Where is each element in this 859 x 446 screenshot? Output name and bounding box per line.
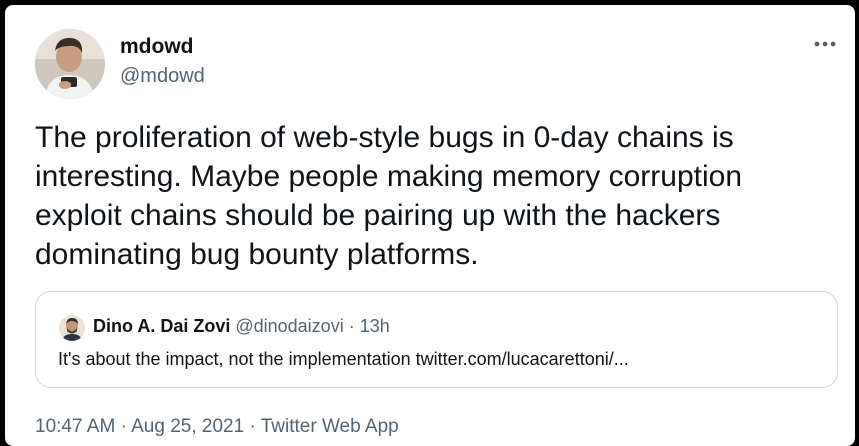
quoted-user-avatar: [59, 315, 85, 341]
tweet-time[interactable]: 10:47 AM: [35, 416, 115, 437]
quoted-author-name: Dino A. Dai Zovi: [93, 316, 231, 336]
quoted-tweet-header: Dino A. Dai Zovi @dinodaizovi · 13h: [93, 316, 390, 337]
tweet-source[interactable]: Twitter Web App: [261, 416, 399, 437]
quoted-author-handle: @dinodaizovi: [235, 316, 344, 336]
tweet-card: mdowd @mdowd The proliferation of web-st…: [5, 5, 855, 446]
meta-separator: ·: [120, 416, 127, 437]
quoted-user-avatar-icon: [59, 315, 85, 341]
user-avatar-photo-icon: [35, 29, 105, 99]
tweet-date[interactable]: Aug 25, 2021: [131, 416, 244, 437]
tweet-metadata: 10:47 AM · Aug 25, 2021 · Twitter Web Ap…: [35, 416, 399, 438]
quoted-timestamp: 13h: [359, 316, 390, 336]
meta-separator: ·: [249, 416, 256, 437]
author-avatar[interactable]: [35, 29, 105, 99]
tweet-text: The proliferation of web-style bugs in 0…: [35, 121, 743, 271]
quoted-separator: ·: [348, 316, 355, 336]
more-horizontal-icon: [814, 41, 836, 47]
author-handle[interactable]: @mdowd: [120, 65, 205, 88]
quoted-tweet-text: It's about the impact, not the implement…: [58, 349, 629, 369]
more-options-button[interactable]: [805, 33, 845, 55]
quoted-tweet[interactable]: Dino A. Dai Zovi @dinodaizovi · 13h It's…: [35, 291, 838, 388]
author-name[interactable]: mdowd: [120, 35, 194, 59]
